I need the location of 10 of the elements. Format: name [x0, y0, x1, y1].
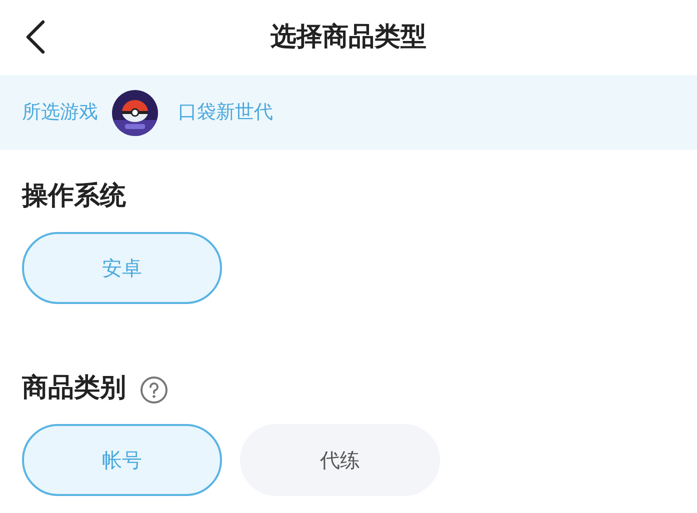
game-label: 所选游戏	[22, 100, 98, 126]
option-chip[interactable]: 帐号	[22, 424, 222, 496]
option-chip[interactable]: 安卓	[22, 232, 222, 304]
section-title: 操作系统	[22, 180, 126, 212]
back-icon[interactable]	[25, 20, 45, 54]
page-title: 选择商品类型	[270, 21, 426, 54]
help-icon[interactable]	[140, 376, 168, 404]
game-name: 口袋新世代	[178, 100, 273, 126]
section-title: 商品类别	[22, 372, 126, 404]
option-chip[interactable]: 代练	[240, 424, 440, 496]
